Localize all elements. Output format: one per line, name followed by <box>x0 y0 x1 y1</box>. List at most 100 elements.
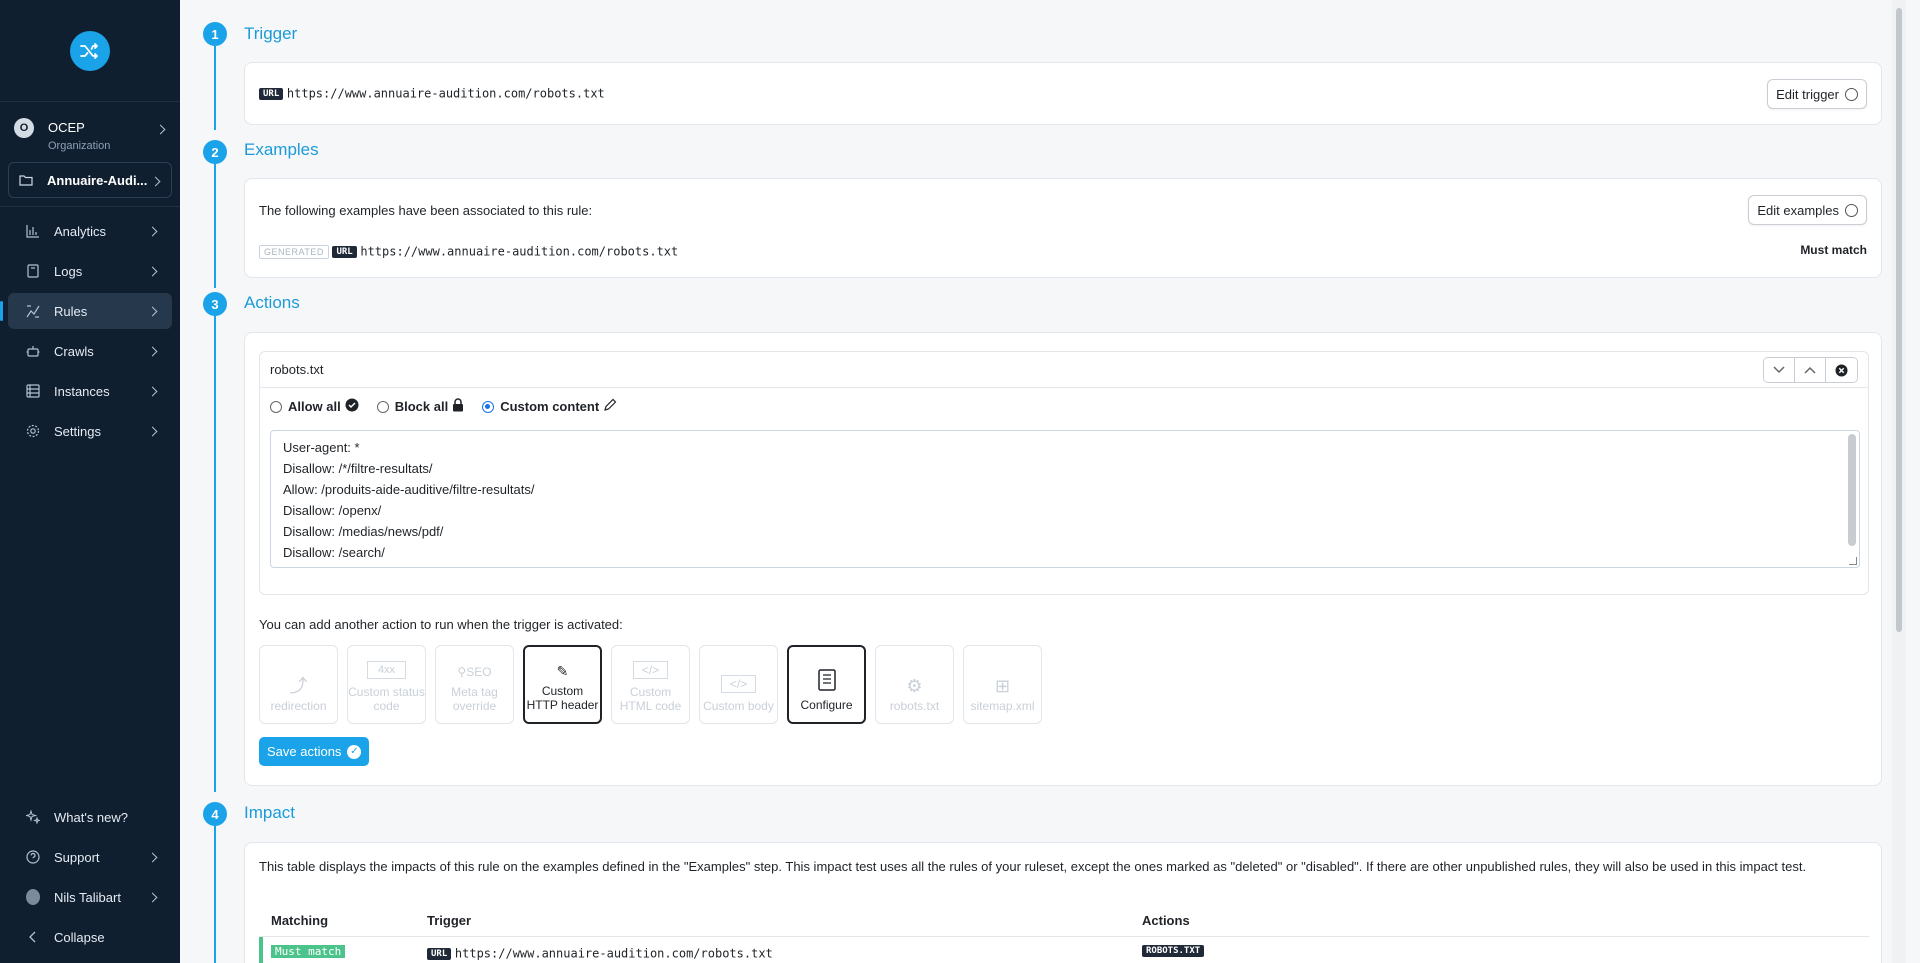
tile-custom-status-code: 4xx Custom status code <box>347 645 426 724</box>
chevron-up-icon <box>1804 366 1816 374</box>
sitemap-icon: ⊞ <box>994 676 1011 696</box>
project-switcher[interactable]: Annuaire-Audi... <box>8 162 172 198</box>
pencil-icon <box>603 398 617 415</box>
bar-chart-icon <box>26 224 40 238</box>
step-title: Actions <box>244 293 300 312</box>
textarea-scrollbar[interactable] <box>1848 434 1856 546</box>
tile-label: Custom body <box>703 699 774 713</box>
chevron-left-icon <box>26 930 40 944</box>
tile-label: Custom HTTP header <box>526 684 599 712</box>
allow-all-radio[interactable] <box>270 400 282 413</box>
tile-configure[interactable]: Configure <box>787 645 866 724</box>
seo-icon: ⚲SEO <box>457 665 492 679</box>
move-down-button[interactable] <box>1764 358 1795 382</box>
url-tag: URL <box>259 87 284 100</box>
tile-label: Custom HTML code <box>619 685 682 713</box>
match-label: Must match <box>1800 243 1867 257</box>
impact-card: This table displays the impacts of this … <box>244 842 1882 963</box>
nav-label: Instances <box>54 383 110 399</box>
whats-new-link[interactable]: What's new? <box>8 799 172 835</box>
example-row: GENERATED URL https://www.annuaire-audit… <box>259 243 678 259</box>
document-icon <box>26 264 40 278</box>
main-content: 1 Trigger URL https://www.annuaire-audit… <box>180 0 1906 963</box>
support-link[interactable]: Support <box>8 839 172 875</box>
tile-custom-http-header[interactable]: ✎ Custom HTTP header <box>523 645 602 724</box>
edit-examples-button[interactable]: Edit examples <box>1748 195 1867 225</box>
save-actions-button[interactable]: Save actions ✓ <box>259 737 370 766</box>
block-all-option[interactable]: Block all <box>376 398 464 415</box>
org-switcher[interactable]: O OCEP Organization <box>0 102 180 162</box>
step-number: 1 <box>203 22 227 46</box>
nav-item-settings[interactable]: Settings <box>8 413 172 449</box>
logo[interactable] <box>70 30 110 71</box>
step-connector <box>214 826 216 963</box>
actions-card: robots.txt Allow all Block all Custom co… <box>244 332 1882 786</box>
check-circle-icon <box>345 398 359 415</box>
nav-label: Settings <box>54 423 101 439</box>
action-controls <box>1763 357 1858 383</box>
user-menu[interactable]: Nils Talibart <box>8 879 172 915</box>
custom-content-radio[interactable] <box>482 400 495 413</box>
option-label: Allow all <box>288 399 341 414</box>
robot-icon <box>26 344 40 358</box>
block-all-radio[interactable] <box>376 400 389 413</box>
allow-all-option[interactable]: Allow all <box>270 398 359 415</box>
generated-tag: GENERATED <box>259 244 329 259</box>
page-scrollbar[interactable] <box>1892 0 1906 963</box>
step-connector <box>214 316 216 792</box>
divider <box>0 206 180 207</box>
nav-item-crawls[interactable]: Crawls <box>8 333 172 369</box>
robots-mode-options: Allow all Block all Custom content <box>270 398 635 415</box>
gear-icon <box>26 424 40 438</box>
content-line: Allow: /produits-aide-auditive/filtre-re… <box>283 482 535 497</box>
edit-trigger-button[interactable]: Edit trigger <box>1767 79 1867 109</box>
collapse-button[interactable]: Collapse <box>8 919 172 955</box>
nav-item-logs[interactable]: Logs <box>8 253 172 289</box>
add-action-hint: You can add another action to run when t… <box>259 617 623 632</box>
configure-icon <box>817 669 836 692</box>
robots-content-textarea[interactable]: User-agent: * Disallow: /*/filtre-result… <box>270 430 1860 568</box>
nav-label: What's new? <box>54 809 129 825</box>
redirection-icon: ⤴ <box>289 676 308 696</box>
edit-icon: ✎ <box>556 663 569 679</box>
nav-item-analytics[interactable]: Analytics <box>8 213 172 249</box>
scrollbar-thumb[interactable] <box>1896 8 1902 632</box>
robot-icon: ⚙ <box>906 676 923 696</box>
chevron-right-icon <box>147 386 158 397</box>
tile-custom-body: </> Custom body <box>699 645 778 724</box>
chevron-right-icon <box>147 852 158 863</box>
nav-item-rules[interactable]: Rules <box>0 293 172 329</box>
resize-handle[interactable] <box>1849 557 1857 565</box>
custom-content-option[interactable]: Custom content <box>482 398 617 415</box>
content-line: Disallow: /*/filtre-resultats/ <box>283 461 433 476</box>
content-line: Disallow: /medias/news/pdf/ <box>283 524 444 539</box>
logo-area <box>0 0 180 102</box>
nav-label: Rules <box>54 303 88 319</box>
chevron-right-icon <box>150 176 161 187</box>
org-avatar: O <box>14 118 34 138</box>
chevron-right-icon <box>147 346 158 357</box>
option-label: Custom content <box>500 399 600 414</box>
trigger-url: URL https://www.annuaire-audition.com/ro… <box>259 85 605 101</box>
url-tag: URL <box>427 947 452 960</box>
tile-label: robots.txt <box>889 699 940 713</box>
org-subtitle: Organization <box>48 140 111 152</box>
server-icon <box>26 384 40 398</box>
column-header: Actions <box>1142 913 1190 928</box>
url-text: https://www.annuaire-audition.com/robots… <box>360 244 679 259</box>
step-connector <box>214 46 216 130</box>
remove-action-button[interactable] <box>1826 358 1857 382</box>
code-icon: </> <box>632 661 669 679</box>
nav-item-instances[interactable]: Instances <box>8 373 172 409</box>
chevron-right-icon <box>147 226 158 237</box>
tile-robots-txt: ⚙ robots.txt <box>875 645 954 724</box>
tile-meta-tag-override: ⚲SEO Meta tag override <box>435 645 514 724</box>
step-title: Examples <box>244 140 319 159</box>
check-icon: ✓ <box>347 744 362 759</box>
move-up-button[interactable] <box>1795 358 1826 382</box>
button-label: Edit examples <box>1757 202 1839 218</box>
history-icon <box>1845 203 1858 217</box>
row-trigger: URL https://www.annuaire-audition.com/ro… <box>427 945 773 961</box>
button-label: Save actions <box>267 744 342 759</box>
nav-label: Analytics <box>54 223 107 239</box>
